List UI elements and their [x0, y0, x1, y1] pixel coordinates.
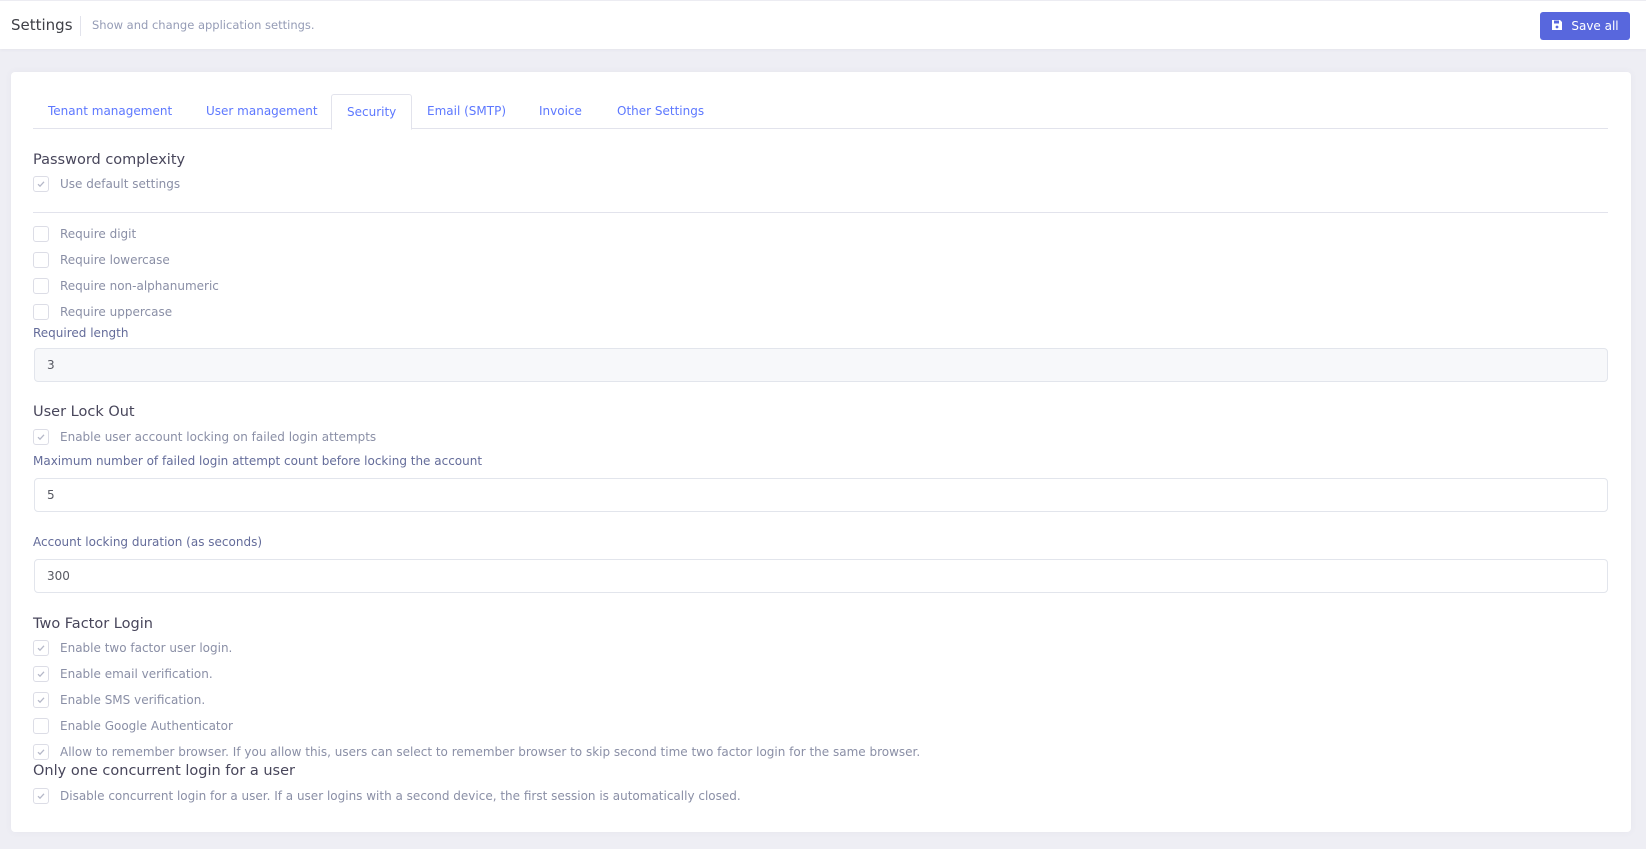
password-complexity-title: Password complexity: [33, 152, 186, 168]
require-digit-checkbox[interactable]: Require digit: [33, 225, 136, 243]
require-uppercase-checkbox[interactable]: Require uppercase: [33, 303, 172, 321]
checkbox-label: Allow to remember browser. If you allow …: [60, 745, 921, 759]
checkbox-label: Require non-alphanumeric: [60, 279, 219, 293]
checkbox-label: Disable concurrent login for a user. If …: [60, 789, 741, 803]
settings-tabs: Tenant management User management Securi…: [33, 94, 1608, 130]
checkbox-label: Enable email verification.: [60, 667, 213, 681]
checkbox-label: Use default settings: [60, 177, 181, 191]
save-all-label: Save all: [1571, 19, 1619, 33]
settings-card: Tenant management User management Securi…: [11, 72, 1631, 832]
tab-user-management[interactable]: User management: [191, 94, 333, 129]
use-default-settings-checkbox[interactable]: Use default settings: [33, 175, 180, 193]
tab-other-settings[interactable]: Other Settings: [602, 94, 719, 129]
required-length-input[interactable]: [34, 348, 1608, 382]
floppy-disk-icon: [1551, 19, 1563, 34]
tab-tenant-management[interactable]: Tenant management: [33, 94, 187, 129]
check-icon: [37, 645, 45, 652]
checkbox-label: Require digit: [60, 227, 137, 241]
check-icon: [37, 697, 45, 704]
enable-email-verification-checkbox[interactable]: Enable email verification.: [33, 665, 213, 683]
checkbox-box[interactable]: [33, 640, 49, 656]
two-factor-title: Two Factor Login: [33, 616, 153, 632]
checkbox-box[interactable]: [33, 252, 49, 268]
checkbox-box[interactable]: [33, 692, 49, 708]
tab-invoice[interactable]: Invoice: [524, 94, 597, 129]
checkbox-box[interactable]: [33, 226, 49, 242]
checkbox-box[interactable]: [33, 788, 49, 804]
checkbox-label: Enable SMS verification.: [60, 693, 206, 707]
require-non-alphanumeric-checkbox[interactable]: Require non-alphanumeric: [33, 277, 219, 295]
page-title: Settings: [11, 16, 73, 34]
max-attempts-label: Maximum number of failed login attempt c…: [33, 454, 483, 468]
disable-concurrent-login-checkbox[interactable]: Disable concurrent login for a user. If …: [33, 787, 741, 805]
enable-account-locking-checkbox[interactable]: Enable user account locking on failed lo…: [33, 428, 376, 446]
checkbox-box[interactable]: [33, 429, 49, 445]
check-icon: [37, 434, 45, 441]
required-length-label: Required length: [33, 326, 129, 340]
section-divider: [33, 212, 1608, 213]
locking-duration-label: Account locking duration (as seconds): [33, 535, 263, 549]
checkbox-label: Enable two factor user login.: [60, 641, 233, 655]
checkbox-label: Enable user account locking on failed lo…: [60, 430, 377, 444]
concurrent-login-title: Only one concurrent login for a user: [33, 763, 295, 779]
checkbox-box[interactable]: [33, 278, 49, 294]
check-icon: [37, 793, 45, 800]
checkbox-box[interactable]: [33, 718, 49, 734]
checkbox-box[interactable]: [33, 304, 49, 320]
check-icon: [37, 749, 45, 756]
enable-sms-verification-checkbox[interactable]: Enable SMS verification.: [33, 691, 205, 709]
check-icon: [37, 181, 45, 188]
remember-browser-checkbox[interactable]: Allow to remember browser. If you allow …: [33, 743, 920, 761]
page-description: Show and change application settings.: [92, 18, 315, 32]
checkbox-label: Enable Google Authenticator: [60, 719, 233, 733]
page-header: Settings Show and change application set…: [0, 0, 1646, 49]
user-lockout-title: User Lock Out: [33, 404, 135, 420]
checkbox-box[interactable]: [33, 666, 49, 682]
checkbox-label: Require uppercase: [60, 305, 173, 319]
require-lowercase-checkbox[interactable]: Require lowercase: [33, 251, 170, 269]
checkbox-box[interactable]: [33, 176, 49, 192]
check-icon: [37, 671, 45, 678]
locking-duration-input[interactable]: [34, 559, 1608, 593]
enable-google-authenticator-checkbox[interactable]: Enable Google Authenticator: [33, 717, 233, 735]
max-attempts-input[interactable]: [34, 478, 1608, 512]
tab-email-smtp[interactable]: Email (SMTP): [412, 94, 521, 129]
checkbox-label: Require lowercase: [60, 253, 170, 267]
checkbox-box[interactable]: [33, 744, 49, 760]
save-all-button[interactable]: Save all: [1540, 12, 1630, 40]
tab-security[interactable]: Security: [331, 94, 413, 130]
header-separator: [80, 16, 81, 36]
enable-two-factor-checkbox[interactable]: Enable two factor user login.: [33, 639, 232, 657]
